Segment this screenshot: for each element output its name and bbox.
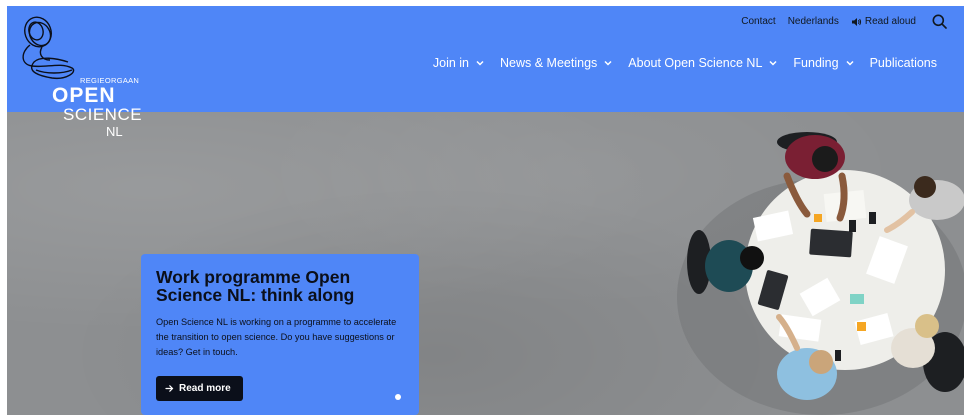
nav-item-funding[interactable]: Funding <box>793 56 854 70</box>
read-more-button[interactable]: Read more <box>156 376 243 401</box>
nav-item-label: Join in <box>432 56 470 70</box>
search-icon <box>932 14 947 29</box>
hero-card: Work programme Open Science NL: think al… <box>141 254 419 415</box>
logo-wordmark-nl: NL <box>106 124 123 139</box>
scribble-logo-icon <box>22 16 75 80</box>
site-header: REGIEORGAAN OPEN SCIENCE NL Contact Nede… <box>7 6 964 139</box>
search-button[interactable] <box>932 14 947 29</box>
contact-link[interactable]: Contact <box>741 16 775 27</box>
carousel-dot[interactable] <box>395 394 401 400</box>
arrow-right-icon <box>165 385 174 392</box>
hero-title: Work programme Open Science NL: think al… <box>156 267 355 305</box>
logo-wordmark-science: SCIENCE <box>63 105 143 124</box>
nav-item-join-in[interactable]: Join in <box>433 56 485 70</box>
page: REGIEORGAAN OPEN SCIENCE NL Contact Nede… <box>7 6 964 415</box>
read-more-label: Read more <box>179 383 231 394</box>
site-logo[interactable]: REGIEORGAAN OPEN SCIENCE NL <box>16 12 146 142</box>
nav-item-label: About Open Science NL <box>628 56 763 70</box>
main-nav: Join in News & Meetings About Open Scien… <box>433 56 937 70</box>
read-aloud-label: Read aloud <box>864 16 916 27</box>
nav-item-publications[interactable]: Publications <box>870 56 937 70</box>
language-link[interactable]: Nederlands <box>788 16 839 27</box>
read-aloud-button[interactable]: Read aloud <box>851 16 916 27</box>
nav-item-news-meetings[interactable]: News & Meetings <box>500 56 613 70</box>
chevron-down-icon <box>769 60 777 66</box>
nav-item-about[interactable]: About Open Science NL <box>628 56 778 70</box>
nav-item-label: Publications <box>869 56 937 70</box>
chevron-down-icon <box>476 60 484 66</box>
chevron-down-icon <box>846 60 854 66</box>
hero-banner: Work programme Open Science NL: think al… <box>7 112 964 415</box>
chevron-down-icon <box>604 60 612 66</box>
nav-item-label: Funding <box>793 56 839 70</box>
nav-item-label: News & Meetings <box>500 56 598 70</box>
hero-description: Open Science NL is working on a programm… <box>156 317 397 357</box>
utility-nav: Contact Nederlands Read aloud <box>741 14 947 29</box>
speaker-icon <box>851 17 861 26</box>
